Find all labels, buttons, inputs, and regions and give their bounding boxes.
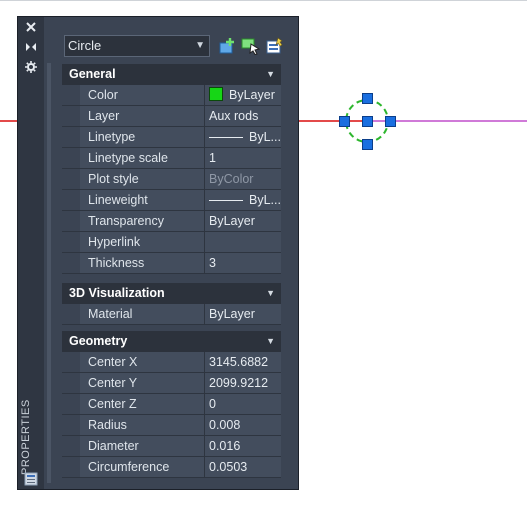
- prop-name: Diameter: [80, 436, 204, 456]
- color-swatch: [209, 87, 223, 101]
- quick-select-icon[interactable]: [265, 37, 285, 55]
- palette-scrollbar[interactable]: [47, 63, 51, 483]
- prop-value[interactable]: Aux rods: [204, 106, 281, 126]
- collapse-icon[interactable]: ▼: [266, 64, 275, 85]
- section-3d-visualization-header[interactable]: 3D Visualization ▼: [62, 283, 281, 304]
- prop-name: Center X: [80, 352, 204, 372]
- prop-value[interactable]: 0.008: [204, 415, 281, 435]
- collapse-icon[interactable]: ▼: [266, 331, 275, 352]
- close-icon[interactable]: [23, 21, 39, 37]
- prop-name: Center Z: [80, 394, 204, 414]
- prop-value[interactable]: 1: [204, 148, 281, 168]
- prop-name: Thickness: [80, 253, 204, 273]
- palette-side-strip: PROPERTIES: [18, 17, 44, 489]
- auto-hide-icon[interactable]: [23, 41, 39, 57]
- prop-row-diameter[interactable]: Diameter 0.016: [62, 436, 281, 457]
- toggle-pickadd-icon[interactable]: [218, 37, 238, 55]
- grip-right[interactable]: [385, 116, 396, 127]
- prop-row-lineweight[interactable]: Lineweight ByL...: [62, 190, 281, 211]
- prop-value[interactable]: 3145.6882: [204, 352, 281, 372]
- select-objects-icon[interactable]: [241, 37, 261, 56]
- collapse-icon[interactable]: ▼: [266, 283, 275, 304]
- prop-value[interactable]: [204, 232, 281, 252]
- prop-name: Linetype scale: [80, 148, 204, 168]
- prop-value[interactable]: 3: [204, 253, 281, 273]
- prop-name: Material: [80, 304, 204, 324]
- prop-name: Center Y: [80, 373, 204, 393]
- canvas-top-border: [0, 0, 527, 1]
- prop-row-thickness[interactable]: Thickness 3: [62, 253, 281, 274]
- prop-name: Radius: [80, 415, 204, 435]
- prop-name: Plot style: [80, 169, 204, 189]
- prop-value[interactable]: 0: [204, 394, 281, 414]
- prop-value[interactable]: ByLayer: [204, 304, 281, 324]
- prop-name: Layer: [80, 106, 204, 126]
- section-geometry-header[interactable]: Geometry ▼: [62, 331, 281, 352]
- prop-row-plot-style[interactable]: Plot style ByColor: [62, 169, 281, 190]
- prop-value-color[interactable]: ByLayer: [204, 85, 281, 105]
- prop-name: Circumference: [80, 457, 204, 477]
- prop-name: Hyperlink: [80, 232, 204, 252]
- prop-row-center-z[interactable]: Center Z 0: [62, 394, 281, 415]
- prop-value[interactable]: 0.0503: [204, 457, 281, 477]
- prop-name: Linetype: [80, 127, 204, 147]
- section-title: General: [69, 67, 116, 81]
- properties-icon[interactable]: [24, 472, 38, 486]
- prop-value-text: ByL...: [249, 193, 281, 207]
- prop-name: Transparency: [80, 211, 204, 231]
- prop-value: ByColor: [204, 169, 281, 189]
- object-type-select[interactable]: Circle ▼: [64, 35, 210, 57]
- linetype-preview: [209, 137, 243, 139]
- grip-left[interactable]: [339, 116, 350, 127]
- prop-row-center-x[interactable]: Center X 3145.6882: [62, 352, 281, 373]
- prop-row-color[interactable]: Color ByLayer: [62, 85, 281, 106]
- chevron-down-icon: ▼: [195, 40, 205, 51]
- section-title: Geometry: [69, 334, 128, 348]
- prop-row-material[interactable]: Material ByLayer: [62, 304, 281, 325]
- palette-title: PROPERTIES: [20, 399, 32, 475]
- prop-row-layer[interactable]: Layer Aux rods: [62, 106, 281, 127]
- prop-value[interactable]: 2099.9212: [204, 373, 281, 393]
- properties-palette: PROPERTIES Circle ▼ General ▼ Color ByLa…: [17, 16, 299, 490]
- grip-top[interactable]: [362, 93, 373, 104]
- grip-center[interactable]: [362, 116, 373, 127]
- prop-row-linetype[interactable]: Linetype ByL...: [62, 127, 281, 148]
- section-title: 3D Visualization: [69, 286, 165, 300]
- prop-value[interactable]: ByLayer: [204, 211, 281, 231]
- prop-value[interactable]: 0.016: [204, 436, 281, 456]
- settings-icon[interactable]: [23, 61, 39, 77]
- prop-row-radius[interactable]: Radius 0.008: [62, 415, 281, 436]
- prop-name: Lineweight: [80, 190, 204, 210]
- red-line-left[interactable]: [0, 120, 18, 122]
- prop-value-lineweight[interactable]: ByL...: [204, 190, 281, 210]
- prop-row-hyperlink[interactable]: Hyperlink: [62, 232, 281, 253]
- prop-row-linetype-scale[interactable]: Linetype scale 1: [62, 148, 281, 169]
- object-type-value: Circle: [68, 38, 102, 53]
- section-general-header[interactable]: General ▼: [62, 64, 281, 85]
- prop-value-text: ByLayer: [229, 88, 275, 102]
- lineweight-preview: [209, 200, 243, 202]
- prop-value-linetype[interactable]: ByL...: [204, 127, 281, 147]
- prop-row-circumference[interactable]: Circumference 0.0503: [62, 457, 281, 478]
- grip-bottom[interactable]: [362, 139, 373, 150]
- prop-value-text: ByL...: [249, 130, 281, 144]
- prop-name: Color: [80, 85, 204, 105]
- prop-row-transparency[interactable]: Transparency ByLayer: [62, 211, 281, 232]
- prop-row-center-y[interactable]: Center Y 2099.9212: [62, 373, 281, 394]
